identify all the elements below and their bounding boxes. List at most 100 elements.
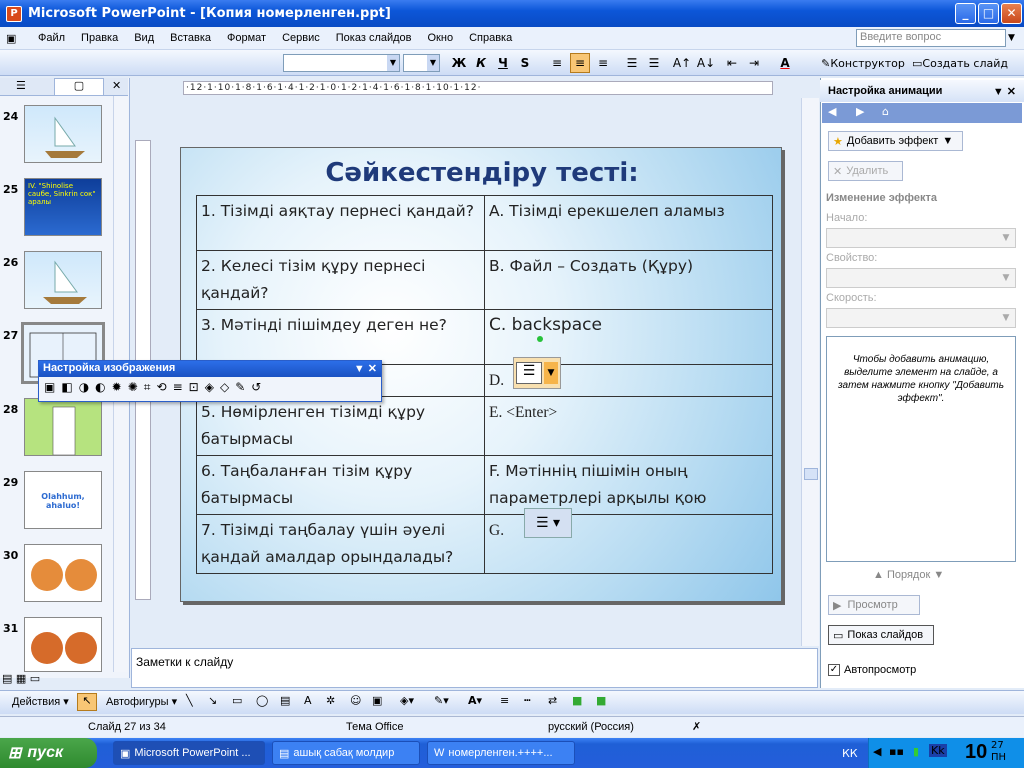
close-button[interactable]: ✕ xyxy=(1001,3,1022,24)
more-contrast-icon[interactable]: ◑ xyxy=(79,380,89,395)
taskbar-item-powerpoint[interactable]: ▣ Microsoft PowerPoint ... xyxy=(113,741,265,765)
compress-icon[interactable]: ⊡ xyxy=(189,380,199,395)
rotate-handle[interactable] xyxy=(537,336,543,342)
down-arrow-icon[interactable]: ▼ xyxy=(933,569,944,581)
tray-expand-icon[interactable]: ◀ xyxy=(873,745,881,758)
document-icon[interactable]: ▣ xyxy=(0,32,30,45)
close-panel-icon[interactable]: ✕ xyxy=(112,79,121,92)
numbering-button-image[interactable]: ☰ ▼ xyxy=(513,357,561,389)
line-style-icon[interactable]: ≡ xyxy=(173,380,183,395)
color-icon[interactable]: ◧ xyxy=(61,380,72,395)
menu-format[interactable]: Формат xyxy=(219,32,274,44)
numbering-icon[interactable]: ☰ xyxy=(622,53,642,73)
recolor-icon[interactable]: ◈ xyxy=(205,380,214,395)
less-brightness-icon[interactable]: ✺ xyxy=(128,380,138,395)
new-slide-button[interactable]: ▭ Создать слайд xyxy=(912,53,1008,73)
autopreview-checkbox[interactable]: ✓ xyxy=(828,664,840,676)
decrease-font-icon[interactable]: A↓ xyxy=(696,53,716,73)
select-pointer-icon[interactable]: ↖ xyxy=(77,693,97,711)
language-indicator[interactable]: КК xyxy=(842,747,858,760)
fill-color-icon[interactable]: ◈▾ xyxy=(400,694,414,707)
slide-thumbnail-30[interactable] xyxy=(24,544,102,602)
font-name-combo[interactable]: ▼ xyxy=(283,54,400,72)
menu-tools[interactable]: Сервис xyxy=(274,32,328,44)
designer-button[interactable]: ✎ Конструктор xyxy=(820,53,906,73)
table-cell[interactable]: 6. Таңбаланған тізім құру батырмасы xyxy=(196,455,485,515)
menu-file[interactable]: Файл xyxy=(30,32,73,44)
taskbar-item-word[interactable]: Wномерленген.++++... xyxy=(427,741,575,765)
font-size-combo[interactable]: ▼ xyxy=(403,54,440,72)
table-cell[interactable]: 3. Мәтінді пішімдеу деген не? xyxy=(196,309,485,365)
slide-title[interactable]: Сәйкестендіру тесті: xyxy=(181,158,781,188)
remove-button[interactable]: ✕ Удалить xyxy=(828,161,903,181)
autoshapes-menu[interactable]: Автофигуры ▾ xyxy=(106,695,177,708)
property-select[interactable]: ▼ xyxy=(826,268,1016,288)
reset-picture-icon[interactable]: ↺ xyxy=(251,380,261,395)
scroll-thumb[interactable] xyxy=(804,468,818,480)
dash-style-icon[interactable]: ┅ xyxy=(524,694,531,707)
keyboard-layout[interactable]: Kk xyxy=(929,744,947,757)
shadow-button[interactable]: S xyxy=(516,53,534,73)
more-brightness-icon[interactable]: ✹ xyxy=(112,380,122,395)
menu-edit[interactable]: Правка xyxy=(73,32,126,44)
vertical-scrollbar[interactable] xyxy=(801,98,819,646)
line-color-icon[interactable]: ✎▾ xyxy=(434,694,449,707)
italic-button[interactable]: К xyxy=(472,53,490,73)
outline-tab-icon[interactable]: ☰ xyxy=(16,79,26,92)
align-right-icon[interactable]: ≡ xyxy=(593,53,613,73)
table-cell[interactable]: B. Файл – Создать (Құру) xyxy=(484,250,773,310)
rectangle-icon[interactable]: ▭ xyxy=(232,694,242,707)
add-effect-button[interactable]: ★ Добавить эффект ▼ xyxy=(828,131,963,151)
taskbar-item-folder[interactable]: ▤ ашық сабақ молдир xyxy=(272,741,420,765)
shadow-style-icon[interactable]: ■ xyxy=(572,694,582,707)
clock[interactable]: 10 xyxy=(965,741,987,764)
table-cell[interactable]: E. <Enter> xyxy=(484,396,773,456)
tray-app-icon[interactable]: ▮ xyxy=(913,745,919,758)
bold-button[interactable]: Ж xyxy=(450,53,468,73)
font-color-button[interactable]: A xyxy=(775,53,795,73)
arrow-icon[interactable]: ↘ xyxy=(208,694,217,707)
increase-indent-icon[interactable]: ⇥ xyxy=(744,53,764,73)
chevron-down-icon[interactable]: ▼ xyxy=(1008,33,1015,43)
network-icon[interactable]: ▪▪ xyxy=(889,745,904,758)
slides-tab-icon[interactable]: ▢ xyxy=(54,78,104,96)
table-cell[interactable]: F. Мәтіннің пішімін оның параметрлері ар… xyxy=(484,455,773,515)
table-cell[interactable]: A. Тізімді ерекшелеп аламыз xyxy=(484,195,773,251)
forward-icon[interactable]: ▶ xyxy=(856,105,864,118)
slide-thumbnail-26[interactable] xyxy=(24,251,102,309)
format-picture-icon[interactable]: ◇ xyxy=(220,380,229,395)
table-cell[interactable]: 2. Келесі тізім құру пернесі қандай? xyxy=(196,250,485,310)
actions-menu[interactable]: Действия ▾ xyxy=(12,695,69,708)
clipart-icon[interactable]: ☺ xyxy=(350,694,361,707)
start-button[interactable]: ⊞ пуск xyxy=(0,738,97,768)
close-icon[interactable]: ▼ ✕ xyxy=(993,85,1016,98)
3d-style-icon[interactable]: ■ xyxy=(596,694,606,707)
line-icon[interactable]: ╲ xyxy=(186,694,193,707)
menu-view[interactable]: Вид xyxy=(126,32,162,44)
font-color-icon[interactable]: A▾ xyxy=(468,694,482,707)
menu-window[interactable]: Окно xyxy=(420,32,462,44)
slideshow-button[interactable]: ▭ Показ слайдов xyxy=(828,625,934,645)
menu-insert[interactable]: Вставка xyxy=(162,32,219,44)
increase-font-icon[interactable]: A↑ xyxy=(672,53,692,73)
table-cell[interactable]: 5. Нөмірленген тізімді құру батырмасы xyxy=(196,396,485,456)
bullets-icon[interactable]: ☰ xyxy=(644,53,664,73)
slide-thumbnail-25[interactable]: IV. "Shinolise cauбe, Sinkrin сок" аралы xyxy=(24,178,102,236)
start-select[interactable]: ▼ xyxy=(826,228,1016,248)
maximize-button[interactable]: □ xyxy=(978,3,999,24)
crop-icon[interactable]: ⌗ xyxy=(144,380,151,395)
table-cell[interactable]: 1. Тізімді аяқтау пернесі қандай? xyxy=(196,195,485,251)
set-transparent-icon[interactable]: ✎ xyxy=(235,380,245,395)
notes-pane[interactable]: Заметки к слайду xyxy=(131,648,818,688)
decrease-indent-icon[interactable]: ⇤ xyxy=(722,53,742,73)
wordart-icon[interactable]: A xyxy=(304,694,312,707)
preview-button[interactable]: ▶ Просмотр xyxy=(828,595,920,615)
oval-icon[interactable]: ◯ xyxy=(256,694,268,707)
help-search-input[interactable]: Введите вопрос xyxy=(856,29,1006,47)
table-cell[interactable]: 7. Тізімді таңбалау үшін әуелі қандай ам… xyxy=(196,514,485,574)
slide-thumbnail-31[interactable] xyxy=(24,617,102,672)
arrow-style-icon[interactable]: ⇄ xyxy=(548,694,557,707)
insert-picture-icon[interactable]: ▣ xyxy=(44,380,55,395)
align-left-icon[interactable]: ≡ xyxy=(547,53,567,73)
textbox-icon[interactable]: ▤ xyxy=(280,694,290,707)
